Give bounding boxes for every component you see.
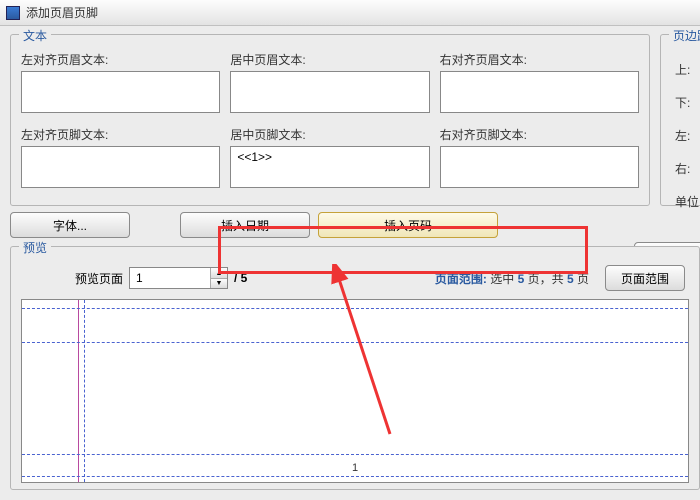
margin-bottom-label: 下: (675, 94, 700, 111)
guide-bottom (22, 476, 688, 477)
guide-top (22, 308, 688, 309)
header-center-label: 居中页眉文本: (230, 51, 429, 68)
window-title: 添加页眉页脚 (26, 4, 98, 21)
preview-page-label: 预览页面 (75, 270, 123, 287)
footer-right-input[interactable] (440, 146, 639, 188)
text-group-title: 文本 (19, 27, 51, 44)
preview-page-number: 1 (352, 462, 358, 474)
header-left-label: 左对齐页眉文本: (21, 51, 220, 68)
header-center-input[interactable] (230, 71, 429, 113)
spinner-up-icon[interactable]: ▲ (211, 268, 227, 278)
footer-left-input[interactable] (21, 146, 220, 188)
text-group: 文本 左对齐页眉文本: 居中页眉文本: 右对齐页眉文本: 左对齐页脚文本: 居中… (10, 34, 650, 206)
app-icon (6, 6, 20, 20)
margin-left-label: 左: (675, 127, 700, 144)
guide-footer (22, 454, 688, 455)
insert-date-button[interactable]: 插入日期 (180, 212, 310, 238)
button-row: 字体... 插入日期 插入页码 页码和日期 (10, 212, 690, 238)
font-button[interactable]: 字体... (10, 212, 130, 238)
margin-group-title: 页边距 (669, 27, 700, 44)
footer-center-input[interactable]: <<1>> (230, 146, 429, 188)
header-right-label: 右对齐页眉文本: (440, 51, 639, 68)
footer-center-label: 居中页脚文本: (230, 126, 429, 143)
margin-top-label: 上: (675, 61, 700, 78)
page-range-button[interactable]: 页面范围 (605, 265, 685, 291)
header-right-input[interactable] (440, 71, 639, 113)
header-left-input[interactable] (21, 71, 220, 113)
margin-right-label: 右: (675, 160, 700, 177)
margin-group: 页边距 上: 下: 左: 右: 单位: (660, 34, 700, 206)
margin-unit-label: 单位: (675, 193, 700, 210)
preview-page-spinner[interactable]: ▲ ▼ (129, 267, 228, 289)
dialog-body: 文本 左对齐页眉文本: 居中页眉文本: 右对齐页眉文本: 左对齐页脚文本: 居中… (0, 26, 700, 500)
page-preview-canvas: 1 (21, 299, 689, 483)
spinner-down-icon[interactable]: ▼ (211, 278, 227, 288)
titlebar: 添加页眉页脚 (0, 0, 700, 26)
guide-header (22, 342, 688, 343)
preview-group-title: 预览 (19, 239, 51, 256)
insert-page-button[interactable]: 插入页码 (318, 212, 498, 238)
page-range-text: 页面范围: 选中 5 页，共 5 页 (435, 270, 589, 287)
preview-page-total: / 5 (234, 271, 247, 285)
preview-group: 预览 预览页面 ▲ ▼ / 5 页面范围: 选中 5 页，共 5 页 页面范围 (10, 246, 700, 490)
footer-right-label: 右对齐页脚文本: (440, 126, 639, 143)
preview-page-input[interactable] (130, 268, 210, 288)
footer-left-label: 左对齐页脚文本: (21, 126, 220, 143)
